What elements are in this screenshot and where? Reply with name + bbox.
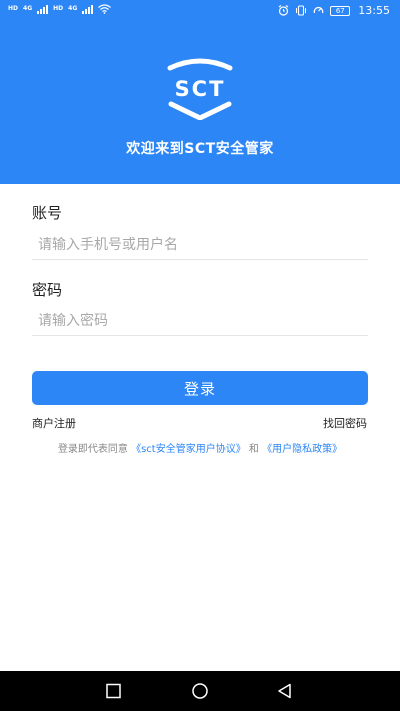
- status-left: HD 4G HD 4G: [8, 4, 112, 14]
- agreement-text: 登录即代表同意 《sct安全管家用户协议》 和 《用户隐私政策》: [0, 440, 400, 455]
- header-banner: HD 4G HD 4G 67 13:55 SCT 欢迎来到SCT安全管家: [0, 0, 400, 184]
- network1-label: 4G: [23, 5, 33, 12]
- password-label: 密码: [32, 281, 63, 299]
- back-icon[interactable]: [276, 683, 294, 699]
- status-right: 67 13:55: [278, 4, 390, 17]
- sct-shield-logo: SCT: [167, 58, 233, 120]
- agreement-prefix: 登录即代表同意: [57, 444, 128, 455]
- vibrate-icon: [296, 5, 307, 16]
- wifi-icon: [98, 4, 112, 14]
- register-link[interactable]: 商户注册: [32, 415, 76, 431]
- system-nav-bar: [0, 671, 400, 711]
- account-input[interactable]: [32, 230, 368, 260]
- signal1-icon: [37, 4, 49, 14]
- logo-text: SCT: [175, 77, 226, 101]
- sim1-hd-icon: HD: [8, 5, 19, 12]
- alarm-icon: [278, 5, 289, 16]
- status-bar: HD 4G HD 4G 67 13:55: [0, 0, 400, 24]
- signal2-icon: [82, 4, 94, 14]
- status-time: 13:55: [358, 4, 390, 17]
- welcome-title: 欢迎来到SCT安全管家: [126, 141, 274, 157]
- data-saver-icon: [314, 6, 324, 14]
- battery-icon: 67: [330, 5, 351, 16]
- sim2-hd-icon: HD: [53, 5, 64, 12]
- privacy-policy-link[interactable]: 《用户隐私政策》: [262, 444, 342, 455]
- recent-apps-icon[interactable]: [105, 683, 123, 699]
- login-button[interactable]: 登录: [32, 371, 368, 405]
- password-input[interactable]: [32, 306, 368, 336]
- user-agreement-link[interactable]: 《sct安全管家用户协议》: [131, 444, 246, 455]
- network2-label: 4G: [68, 5, 78, 12]
- home-icon[interactable]: [191, 683, 209, 699]
- agreement-conjunction: 和: [248, 444, 259, 455]
- recover-password-link[interactable]: 找回密码: [323, 415, 367, 431]
- account-label: 账号: [32, 204, 63, 222]
